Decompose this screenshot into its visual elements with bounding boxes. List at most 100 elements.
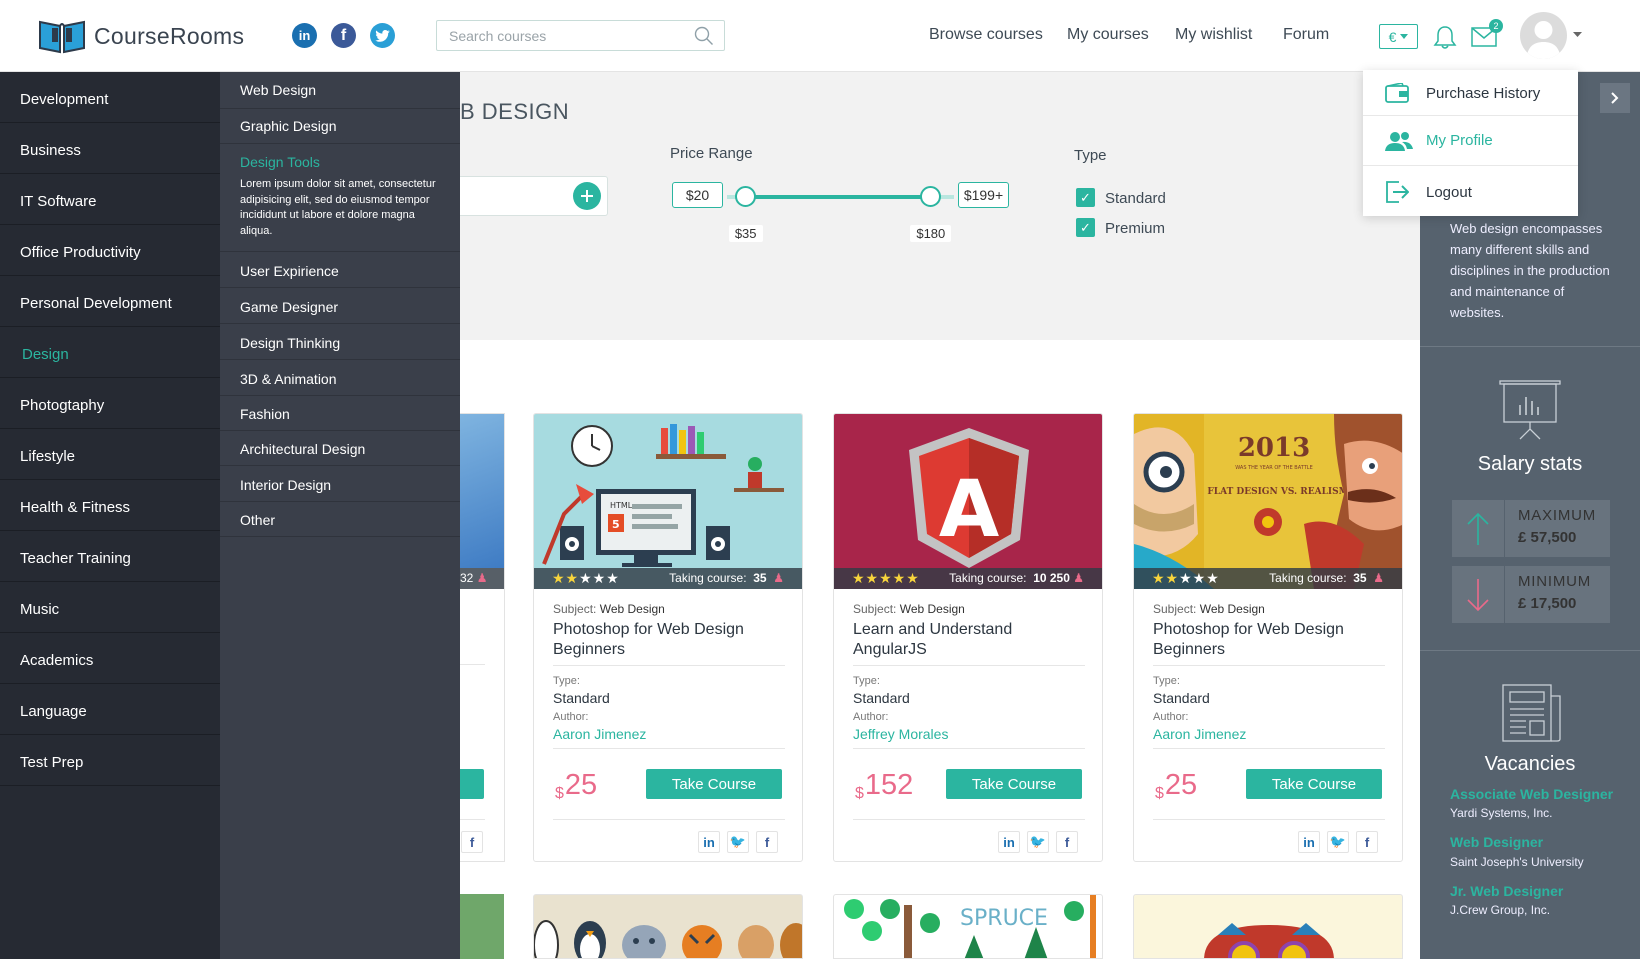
search-icon[interactable] bbox=[694, 26, 714, 46]
course-card-partial[interactable] bbox=[460, 894, 504, 959]
menu-my-profile[interactable]: My Profile bbox=[1363, 116, 1578, 166]
take-course-button[interactable]: Take Course bbox=[946, 769, 1082, 799]
subcategory-item[interactable]: User Expirience bbox=[220, 252, 460, 288]
art-headline: FLAT DESIGN VS. REALISM bbox=[1207, 487, 1348, 497]
course-meta-bar: ★★★★★ Taking course: 10 250 ♟ bbox=[834, 568, 1102, 589]
take-course-button[interactable]: Take Course bbox=[646, 769, 782, 799]
course-type: Standard bbox=[1153, 690, 1210, 706]
category-item[interactable]: Language bbox=[0, 684, 220, 735]
svg-text:5: 5 bbox=[612, 518, 620, 531]
standard-label: Standard bbox=[1105, 190, 1166, 207]
category-item[interactable]: Office Productivity bbox=[0, 225, 220, 276]
subject-link[interactable]: Web Design bbox=[600, 602, 665, 616]
course-author[interactable]: Aaron Jimenez bbox=[1153, 726, 1246, 742]
menu-label: Logout bbox=[1426, 184, 1472, 201]
vacancy-title[interactable]: Web Designer bbox=[1450, 834, 1543, 850]
category-item[interactable]: Business bbox=[0, 123, 220, 174]
course-author[interactable]: Aaron Jimenez bbox=[553, 726, 646, 742]
subcategory-item-active[interactable]: Design Tools bbox=[220, 144, 460, 174]
subject-link[interactable]: Web Design bbox=[900, 602, 965, 616]
subcategory-item[interactable]: Web Design bbox=[220, 72, 460, 109]
twitter-share-icon[interactable]: 🐦 bbox=[1327, 831, 1349, 853]
menu-logout[interactable]: Logout bbox=[1363, 166, 1578, 216]
subcategory-item[interactable]: Architectural Design bbox=[220, 431, 460, 466]
subcategory-item[interactable]: Other bbox=[220, 502, 460, 537]
take-course-button[interactable] bbox=[460, 769, 484, 799]
category-item[interactable]: Personal Development bbox=[0, 276, 220, 327]
category-item-active[interactable]: Design bbox=[0, 327, 220, 378]
vacancy-company: Saint Joseph's University bbox=[1450, 855, 1584, 869]
menu-purchase-history[interactable]: Purchase History bbox=[1363, 70, 1578, 116]
user-silhouette-icon bbox=[1526, 21, 1561, 59]
facebook-icon[interactable]: f bbox=[331, 23, 356, 48]
nav-browse-courses[interactable]: Browse courses bbox=[929, 26, 1043, 44]
course-card[interactable]: A ★★★★★ Taking course: 10 250 ♟ Subject:… bbox=[833, 413, 1103, 862]
nav-my-wishlist[interactable]: My wishlist bbox=[1175, 26, 1252, 44]
category-item[interactable]: Music bbox=[0, 582, 220, 633]
course-title[interactable]: Learn and Understand AngularJS bbox=[853, 620, 1083, 660]
premium-checkbox[interactable]: ✓ bbox=[1076, 218, 1095, 237]
course-card[interactable]: 2013 WAS THE YEAR OF THE BATTLE FLAT DES… bbox=[1133, 413, 1403, 862]
linkedin-share-icon[interactable]: in bbox=[698, 831, 720, 853]
course-card[interactable]: HTML 5 ★★★★★ Taking course: 35 ♟ Subject… bbox=[533, 413, 803, 862]
course-title[interactable]: Photoshop for Web Design Beginners bbox=[553, 620, 783, 660]
facebook-share-icon[interactable]: f bbox=[756, 831, 778, 853]
category-item[interactable]: Test Prep bbox=[0, 735, 220, 786]
twitter-icon[interactable] bbox=[370, 23, 395, 48]
course-subject: Subject: Web Design bbox=[553, 602, 665, 616]
author-caption: Author: bbox=[553, 711, 589, 723]
linkedin-icon[interactable]: in bbox=[292, 23, 317, 48]
course-title[interactable]: Photoshop for Web Design Beginners bbox=[1153, 620, 1383, 660]
course-subject: Subject: Web Design bbox=[853, 602, 965, 616]
subcategory-item[interactable]: Game Designer bbox=[220, 288, 460, 324]
logout-icon bbox=[1386, 181, 1409, 203]
subcategory-item[interactable]: Design Thinking bbox=[220, 324, 460, 360]
currency-selector[interactable]: € bbox=[1379, 24, 1418, 49]
course-card-partial[interactable]: 32 ♟ f bbox=[460, 413, 505, 862]
category-item[interactable]: IT Software bbox=[0, 174, 220, 225]
vacancy-title[interactable]: Associate Web Designer bbox=[1450, 786, 1613, 802]
twitter-share-icon[interactable]: 🐦 bbox=[1027, 831, 1049, 853]
subcategory-item[interactable]: Graphic Design bbox=[220, 109, 460, 144]
course-subject: Subject: Web Design bbox=[1153, 602, 1265, 616]
avatar[interactable] bbox=[1520, 12, 1567, 59]
category-item[interactable]: Health & Fitness bbox=[0, 480, 220, 531]
course-card[interactable] bbox=[533, 894, 803, 959]
subcategory-item[interactable]: 3D & Animation bbox=[220, 360, 460, 396]
rating-stars: ★★★★★ bbox=[852, 570, 920, 586]
salary-max-label: MAXIMUM bbox=[1518, 507, 1597, 524]
course-card[interactable]: SPRUCE bbox=[833, 894, 1103, 959]
vacancy-title[interactable]: Jr. Web Designer bbox=[1450, 883, 1563, 899]
take-course-button[interactable]: Take Course bbox=[1246, 769, 1382, 799]
subcategory-item[interactable]: Interior Design bbox=[220, 466, 460, 502]
course-author[interactable]: Jeffrey Morales bbox=[853, 726, 948, 742]
course-thumbnail: 2013 WAS THE YEAR OF THE BATTLE FLAT DES… bbox=[1134, 414, 1402, 589]
subject-link[interactable]: Web Design bbox=[1200, 602, 1265, 616]
standard-checkbox[interactable]: ✓ bbox=[1076, 188, 1095, 207]
course-card[interactable] bbox=[1133, 894, 1403, 959]
bell-icon[interactable] bbox=[1433, 25, 1457, 50]
panel-toggle-button[interactable] bbox=[1600, 83, 1630, 113]
course-thumbnail bbox=[460, 414, 504, 568]
search-input[interactable] bbox=[437, 21, 677, 50]
category-item[interactable]: Academics bbox=[0, 633, 220, 684]
nav-my-courses[interactable]: My courses bbox=[1067, 26, 1149, 44]
logo[interactable]: CourseRooms bbox=[38, 18, 244, 54]
spruce-text: SPRUCE bbox=[960, 906, 1048, 931]
facebook-share-icon[interactable]: f bbox=[1056, 831, 1078, 853]
category-item[interactable]: Lifestyle bbox=[0, 429, 220, 480]
nav-forum[interactable]: Forum bbox=[1283, 26, 1329, 44]
arrow-up-icon bbox=[1467, 512, 1489, 545]
facebook-share-icon[interactable]: f bbox=[1356, 831, 1378, 853]
avatar-caret-icon[interactable] bbox=[1573, 32, 1582, 37]
linkedin-share-icon[interactable]: in bbox=[1298, 831, 1320, 853]
twitter-share-icon[interactable]: 🐦 bbox=[727, 831, 749, 853]
category-item[interactable]: Photogtaphy bbox=[0, 378, 220, 429]
subcategory-item[interactable]: Fashion bbox=[220, 396, 460, 431]
facebook-share-icon[interactable]: f bbox=[461, 831, 483, 853]
linkedin-share-icon[interactable]: in bbox=[998, 831, 1020, 853]
subcategory-flyout: Web Design Graphic Design Design Tools L… bbox=[220, 72, 460, 959]
category-item[interactable]: Teacher Training bbox=[0, 531, 220, 582]
add-keyword-button[interactable] bbox=[573, 182, 601, 210]
category-item[interactable]: Development bbox=[0, 72, 220, 123]
